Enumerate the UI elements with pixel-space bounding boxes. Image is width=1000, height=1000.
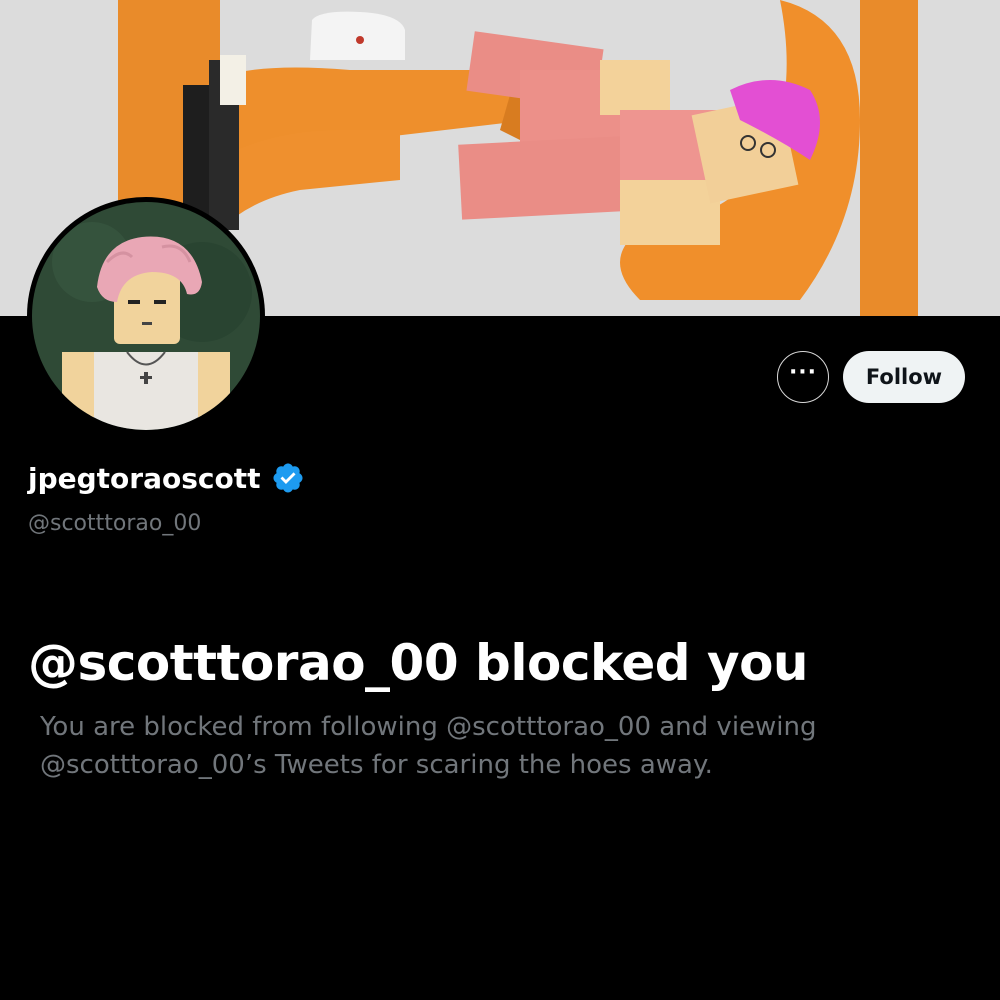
display-name: jpegtoraoscott: [28, 461, 261, 495]
profile-avatar[interactable]: [27, 197, 265, 435]
follow-button[interactable]: Follow: [843, 351, 965, 403]
blocked-description: You are blocked from following @scotttor…: [40, 712, 817, 780]
display-name-row: jpegtoraoscott: [28, 461, 305, 495]
avatar-image: [32, 202, 260, 430]
blocked-title: @scotttorao_00 blocked you: [28, 634, 809, 692]
more-options-button[interactable]: ···: [777, 351, 829, 403]
profile-handle: @scotttorao_00: [28, 511, 202, 536]
verified-badge-icon[interactable]: [271, 461, 305, 495]
more-horizontal-icon: ···: [788, 360, 818, 385]
